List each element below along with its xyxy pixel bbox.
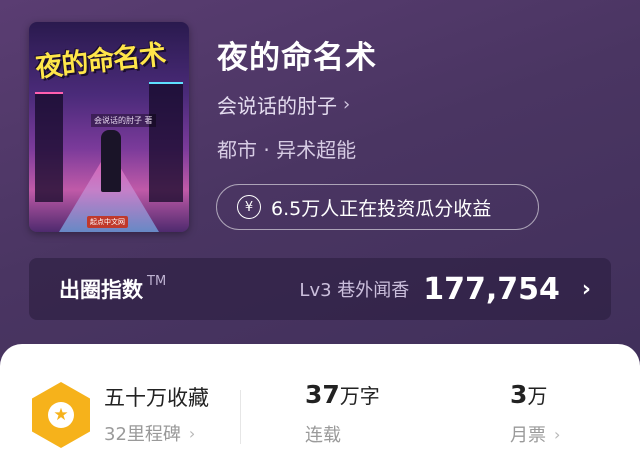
cover-building-left — [35, 92, 63, 202]
index-value: 177,754 — [423, 271, 560, 307]
word-count-unit: 万字 — [339, 384, 380, 408]
word-count-number: 37 — [305, 380, 340, 409]
cover-title-art: 夜的命名术 — [34, 39, 167, 84]
index-trademark: TM — [147, 274, 167, 289]
word-count-stat: 37万字 连载 — [305, 380, 380, 447]
chevron-right-icon: › — [554, 424, 561, 444]
stats-card: ★ 五十万收藏 32里程碑 › 37万字 连载 3万 月票 › — [0, 344, 640, 468]
milestone-title: 五十万收藏 — [104, 386, 209, 410]
word-count-label: 连载 — [305, 425, 341, 446]
cover-figure — [101, 130, 121, 192]
milestone-link[interactable]: 32里程碑 › — [104, 420, 195, 446]
invest-text: 6.5万人正在投资瓜分收益 — [271, 197, 492, 220]
author-link[interactable]: 会说话的肘子 › — [217, 90, 350, 119]
chevron-right-icon: › — [343, 94, 351, 115]
invest-button[interactable]: ¥ 6.5万人正在投资瓜分收益 — [216, 184, 539, 230]
index-right-group: Lv3 巷外闻香 177,754 › — [299, 272, 591, 307]
star-badge-icon: ★ — [32, 382, 90, 448]
book-cover[interactable]: 夜的命名术 会说话的肘子 著 起点中文网 — [29, 22, 189, 232]
milestone-sub: 32里程碑 — [104, 424, 181, 445]
chevron-right-icon: › — [581, 276, 591, 302]
index-level: Lv3 巷外闻香 — [299, 280, 410, 301]
popularity-index-bar[interactable]: 出圈指数 TM Lv3 巷外闻香 177,754 › — [29, 258, 611, 320]
book-header: 夜的命名术 会说话的肘子 著 起点中文网 夜的命名术 会说话的肘子 › 都市 ·… — [0, 0, 640, 345]
star-icon: ★ — [48, 402, 74, 428]
cover-publisher-mark: 起点中文网 — [87, 216, 128, 228]
monthly-ticket-label: 月票 — [510, 425, 546, 446]
monthly-ticket-stat[interactable]: 3万 月票 › — [510, 380, 560, 447]
monthly-ticket-number: 3 — [510, 380, 528, 409]
book-title: 夜的命名术 — [217, 40, 377, 76]
monthly-ticket-unit: 万 — [527, 384, 548, 408]
cover-building-right — [149, 82, 183, 202]
stats-divider — [240, 390, 241, 444]
index-label: 出圈指数 — [59, 278, 143, 302]
genre-tags: 都市 · 异术超能 — [217, 138, 357, 162]
cover-author-art: 会说话的肘子 著 — [91, 114, 156, 127]
chevron-right-icon: › — [188, 423, 196, 443]
yen-icon: ¥ — [237, 195, 261, 219]
author-name: 会说话的肘子 — [217, 94, 337, 118]
